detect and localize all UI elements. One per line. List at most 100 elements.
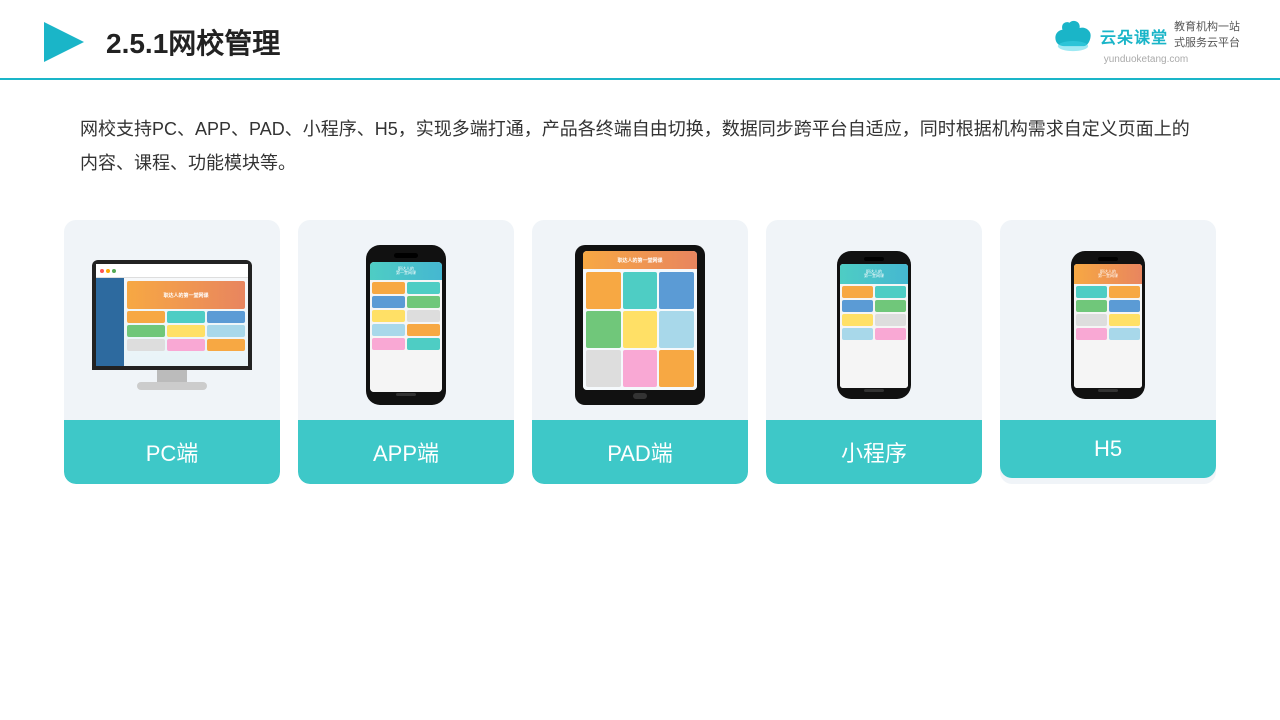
mp-row-3 <box>842 314 906 326</box>
description: 网校支持PC、APP、PAD、小程序、H5，实现多端打通，产品各终端自由切换，数… <box>0 80 1280 190</box>
phone-small-notch-h5 <box>1098 257 1118 261</box>
dot-green <box>112 269 116 273</box>
h5-card: 职达人的第一堂网课 <box>1000 220 1216 484</box>
phone-content-h5 <box>1074 284 1142 388</box>
pc-main-content: 职达人的第一堂网课 <box>124 278 248 366</box>
phone-row-4 <box>372 324 440 336</box>
ipad-screen: 职达人的第一堂网课 <box>583 251 697 390</box>
logo-cloud: 云朵课堂 教育机构一站 式服务云平台 <box>1052 20 1240 52</box>
pad-mockup: 职达人的第一堂网课 <box>532 220 748 420</box>
phone-small-screen-mp: 职达人的第一堂网课 <box>840 264 908 388</box>
phone-bottom-h5 <box>1098 388 1118 393</box>
pc-cell-2 <box>167 311 205 323</box>
cards-area: 职达人的第一堂网课 <box>0 190 1280 504</box>
h5-block-8 <box>1109 328 1140 340</box>
app-card: 职达人的第一堂网课 <box>298 220 514 484</box>
pc-cell-7 <box>127 339 165 351</box>
pc-cell-4 <box>127 325 165 337</box>
miniprogram-card: 职达人的第一堂网课 <box>766 220 982 484</box>
phone-notch-app <box>394 253 418 258</box>
mp-block-7 <box>842 328 873 340</box>
pc-card: 职达人的第一堂网课 <box>64 220 280 484</box>
ipad-cell-4 <box>586 311 621 348</box>
h5-mockup: 职达人的第一堂网课 <box>1000 220 1216 420</box>
phone-block-1 <box>372 282 405 294</box>
phone-block-2 <box>407 282 440 294</box>
phone-row-3 <box>372 310 440 322</box>
h5-row-1 <box>1076 286 1140 298</box>
phone-block-8 <box>407 324 440 336</box>
pc-sidebar-left <box>96 278 124 366</box>
dot-yellow <box>106 269 110 273</box>
h5-block-2 <box>1109 286 1140 298</box>
ipad-cell-6 <box>659 311 694 348</box>
h5-block-7 <box>1076 328 1107 340</box>
ipad-bottom-home <box>583 390 697 399</box>
header: 2.5.1网校管理 云朵课堂 教育机构一站 式服务云平台 yunduoketan… <box>0 0 1280 80</box>
phone-body-app: 职达人的第一堂网课 <box>366 245 446 405</box>
pc-banner: 职达人的第一堂网课 <box>127 281 245 309</box>
h5-row-4 <box>1076 328 1140 340</box>
phone-header-bar-h5: 职达人的第一堂网课 <box>1074 264 1142 284</box>
pc-stand-neck <box>157 370 187 382</box>
h5-row-3 <box>1076 314 1140 326</box>
phone-header-text-mp: 职达人的第一堂网课 <box>864 270 884 280</box>
ipad-header-text: 职达人的第一堂网课 <box>617 257 662 264</box>
mp-block-6 <box>875 314 906 326</box>
ipad-cell-2 <box>623 272 658 309</box>
phone-small-h5: 职达人的第一堂网课 <box>1071 251 1145 399</box>
ipad-body: 职达人的第一堂网课 <box>575 245 705 405</box>
pc-top-bar <box>96 264 248 278</box>
h5-block-1 <box>1076 286 1107 298</box>
phone-bottom-mp <box>864 388 884 393</box>
ipad-cell-3 <box>659 272 694 309</box>
logo-tagline: 教育机构一站 式服务云平台 <box>1174 20 1240 51</box>
h5-block-3 <box>1076 300 1107 312</box>
mp-row-1 <box>842 286 906 298</box>
mp-block-8 <box>875 328 906 340</box>
h5-label: H5 <box>1000 420 1216 478</box>
pc-monitor: 职达人的第一堂网课 <box>92 260 252 390</box>
phone-screen-app: 职达人的第一堂网课 <box>370 262 442 392</box>
phone-home-h5 <box>1098 389 1118 392</box>
phone-block-6 <box>407 310 440 322</box>
mp-row-2 <box>842 300 906 312</box>
pc-banner-text: 职达人的第一堂网课 <box>163 292 208 299</box>
phone-content-app <box>370 280 442 392</box>
logo-domain: yunduoketang.com <box>1104 54 1189 65</box>
pc-cell-6 <box>207 325 245 337</box>
ipad-cell-1 <box>586 272 621 309</box>
phone-block-9 <box>372 338 405 350</box>
header-left: 2.5.1网校管理 <box>40 18 280 66</box>
pc-cell-8 <box>167 339 205 351</box>
ipad-cell-7 <box>586 350 621 387</box>
pad-label: PAD端 <box>532 420 748 484</box>
ipad-cell-5 <box>623 311 658 348</box>
ipad-header-bar: 职达人的第一堂网课 <box>583 251 697 269</box>
ipad-cell-9 <box>659 350 694 387</box>
phone-block-3 <box>372 296 405 308</box>
pc-cell-1 <box>127 311 165 323</box>
pc-grid <box>127 311 245 351</box>
phone-small-mp: 职达人的第一堂网课 <box>837 251 911 399</box>
h5-block-4 <box>1109 300 1140 312</box>
phone-content-mp <box>840 284 908 388</box>
ipad-content <box>583 269 697 390</box>
pc-stand-base <box>137 382 207 390</box>
ipad-cell-8 <box>623 350 658 387</box>
phone-row-1 <box>372 282 440 294</box>
pc-screen-outer: 职达人的第一堂网课 <box>92 260 252 370</box>
phone-header-bar-mp: 职达人的第一堂网课 <box>840 264 908 284</box>
phone-block-5 <box>372 310 405 322</box>
phone-block-4 <box>407 296 440 308</box>
pc-cell-3 <box>207 311 245 323</box>
logo-area: 云朵课堂 教育机构一站 式服务云平台 yunduoketang.com <box>1052 20 1240 65</box>
mp-block-5 <box>842 314 873 326</box>
phone-small-screen-h5: 职达人的第一堂网课 <box>1074 264 1142 388</box>
phone-header-bar-app: 职达人的第一堂网课 <box>370 262 442 280</box>
miniprogram-label: 小程序 <box>766 420 982 484</box>
mp-block-3 <box>842 300 873 312</box>
play-icon <box>40 18 88 66</box>
pc-cell-5 <box>167 325 205 337</box>
pc-mockup: 职达人的第一堂网课 <box>64 220 280 420</box>
